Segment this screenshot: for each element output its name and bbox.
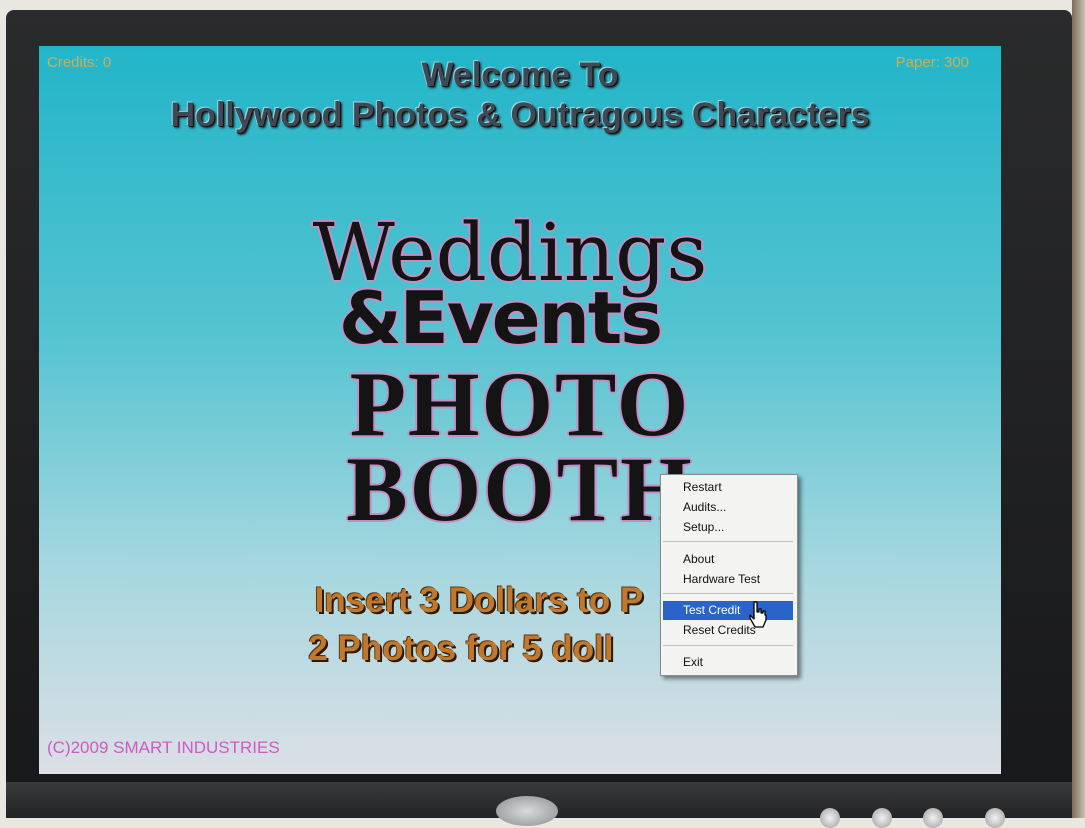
menu-separator bbox=[663, 593, 793, 594]
kiosk-screen[interactable]: Credits: 0 Paper: 300 Welcome To Hollywo… bbox=[39, 46, 1001, 774]
monitor-button[interactable] bbox=[985, 808, 1005, 828]
monitor-button[interactable] bbox=[923, 808, 943, 828]
promo-line-2: 2 Photos for 5 doll bbox=[308, 629, 614, 668]
menu-item-setup[interactable]: Setup... bbox=[663, 518, 793, 537]
monitor-button[interactable] bbox=[872, 808, 892, 828]
logo-booth: BOOTH bbox=[346, 438, 694, 540]
promo-line-1: Insert 3 Dollars to P bbox=[314, 581, 644, 620]
menu-item-audits[interactable]: Audits... bbox=[663, 498, 793, 517]
context-menu: Restart Audits... Setup... About Hardwar… bbox=[660, 474, 798, 676]
business-name-heading: Hollywood Photos & Outragous Characters bbox=[170, 96, 870, 134]
menu-item-restart[interactable]: Restart bbox=[663, 478, 793, 497]
menu-item-exit[interactable]: Exit bbox=[663, 653, 793, 672]
power-button[interactable] bbox=[496, 796, 558, 826]
menu-item-test-credit[interactable]: Test Credit bbox=[663, 601, 793, 620]
mouse-pointer-icon bbox=[749, 601, 767, 628]
menu-separator bbox=[663, 541, 793, 542]
menu-item-about[interactable]: About bbox=[663, 550, 793, 569]
background-wall bbox=[1072, 0, 1085, 818]
welcome-heading: Welcome To bbox=[421, 56, 619, 94]
logo-events: &Events bbox=[338, 276, 663, 360]
menu-item-reset-credits[interactable]: Reset Credits bbox=[663, 621, 793, 640]
menu-item-hardware-test[interactable]: Hardware Test bbox=[663, 570, 793, 589]
monitor-button[interactable] bbox=[820, 808, 840, 828]
menu-separator bbox=[663, 645, 793, 646]
copyright-text: (C)2009 SMART INDUSTRIES bbox=[47, 738, 280, 757]
